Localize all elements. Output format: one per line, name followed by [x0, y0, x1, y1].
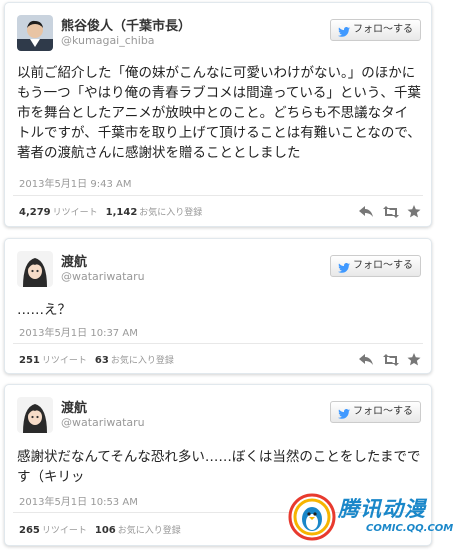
tweet-actions — [359, 351, 421, 366]
retweet-label: リツイート — [52, 208, 98, 218]
follow-label: フォロ～する — [353, 260, 413, 271]
tweet-text: 以前ご紹介した「俺の妹がこんなに可愛いわけがない。」のほかにもう一つ「やはり俺の… — [17, 65, 421, 161]
retweet-count[interactable]: 4,279 — [19, 207, 51, 218]
twitter-bird-icon — [338, 407, 350, 419]
tweet-timestamp[interactable]: 2013年5月1日 10:53 AM — [19, 493, 138, 508]
twitter-bird-icon — [338, 261, 350, 273]
watermark-url: COMIC.QQ.COM — [366, 523, 454, 534]
follow-label: フォロ～する — [353, 406, 413, 417]
retweet-count[interactable]: 251 — [19, 355, 40, 366]
penguin-mascot-icon — [288, 493, 336, 541]
follow-button[interactable]: フォロ～する — [330, 19, 421, 41]
tweet-card: 渡航 @watariwataru フォロ～する ……え？ 2013年5月1日 1… — [4, 238, 432, 374]
avatar[interactable] — [17, 397, 53, 433]
favorite-star-icon[interactable] — [407, 203, 421, 218]
tweet-stats: 265 リツイート 106 お気に入り登録 — [19, 523, 189, 536]
user-handle[interactable]: @watariwataru — [61, 270, 145, 283]
tweet-text: ……え？ — [17, 302, 71, 318]
follow-button[interactable]: フォロ～する — [330, 401, 421, 423]
follow-label: フォロ～する — [353, 24, 413, 35]
divider — [13, 195, 423, 196]
favorite-count[interactable]: 1,142 — [106, 207, 138, 218]
reply-icon[interactable] — [359, 351, 373, 365]
favorite-label: お気に入り登録 — [139, 208, 203, 218]
display-name[interactable]: 渡航 — [61, 251, 87, 270]
tweet-text: 感謝状だなんてそんな恐れ多い……ぼくは当然のことをしたまでです（キリッ — [17, 449, 421, 485]
follow-button[interactable]: フォロ～する — [330, 255, 421, 277]
tweet-actions — [359, 203, 421, 218]
display-name[interactable]: 渡航 — [61, 397, 87, 416]
retweet-icon[interactable] — [383, 203, 399, 218]
tweet-stats: 251 リツイート 63 お気に入り登録 — [19, 353, 182, 366]
display-name[interactable]: 熊谷俊人（千葉市長） — [61, 15, 191, 34]
favorite-label: お気に入り登録 — [117, 526, 181, 536]
watermark-text: 腾讯动漫 — [338, 497, 426, 521]
retweet-label: リツイート — [41, 526, 87, 536]
favorite-star-icon[interactable] — [407, 351, 421, 366]
favorite-label: お気に入り登録 — [110, 356, 174, 366]
reply-icon[interactable] — [359, 203, 373, 217]
tweet-timestamp[interactable]: 2013年5月1日 9:43 AM — [19, 175, 131, 190]
avatar[interactable] — [17, 251, 53, 287]
favorite-count[interactable]: 106 — [95, 525, 116, 536]
twitter-bird-icon — [338, 25, 350, 37]
favorite-count[interactable]: 63 — [95, 355, 109, 366]
avatar[interactable] — [17, 15, 53, 51]
watermark-logo: 腾讯动漫 COMIC.QQ.COM — [288, 489, 453, 545]
user-handle[interactable]: @kumagai_chiba — [61, 34, 155, 47]
tweet-stats: 4,279 リツイート 1,142 お気に入り登録 — [19, 205, 210, 218]
tweet-card: 熊谷俊人（千葉市長） @kumagai_chiba フォロ～する 以前ご紹介した… — [4, 2, 432, 227]
retweet-label: リツイート — [41, 356, 87, 366]
tweet-timestamp[interactable]: 2013年5月1日 10:37 AM — [19, 324, 138, 339]
retweet-count[interactable]: 265 — [19, 525, 40, 536]
divider — [13, 343, 423, 344]
user-handle[interactable]: @watariwataru — [61, 416, 145, 429]
retweet-icon[interactable] — [383, 351, 399, 366]
